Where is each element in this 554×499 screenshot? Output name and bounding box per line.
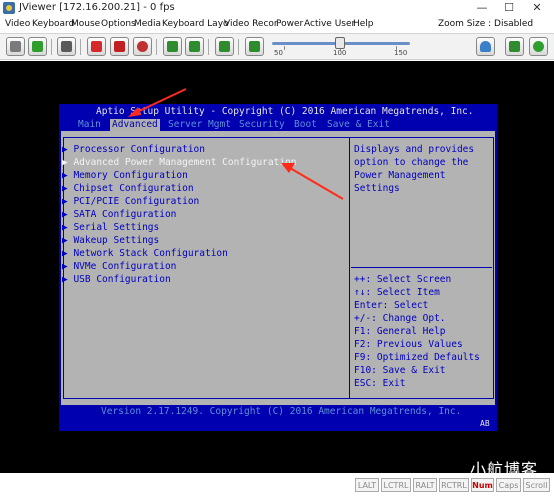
key-lalt: LALT [355, 478, 379, 492]
key-lctrl: LCTRL [381, 478, 411, 492]
key-rctrl: RCTRL [439, 478, 469, 492]
annotation-arrows [128, 88, 344, 200]
key-num: Num [471, 478, 494, 492]
key-ralt: RALT [413, 478, 437, 492]
arrow-to-power-management [281, 163, 344, 200]
watermark-text: 小航博客 [470, 460, 539, 479]
key-caps: Caps [496, 478, 521, 492]
key-scroll: Scroll [523, 478, 550, 492]
arrow-to-advanced-tab [128, 88, 187, 117]
